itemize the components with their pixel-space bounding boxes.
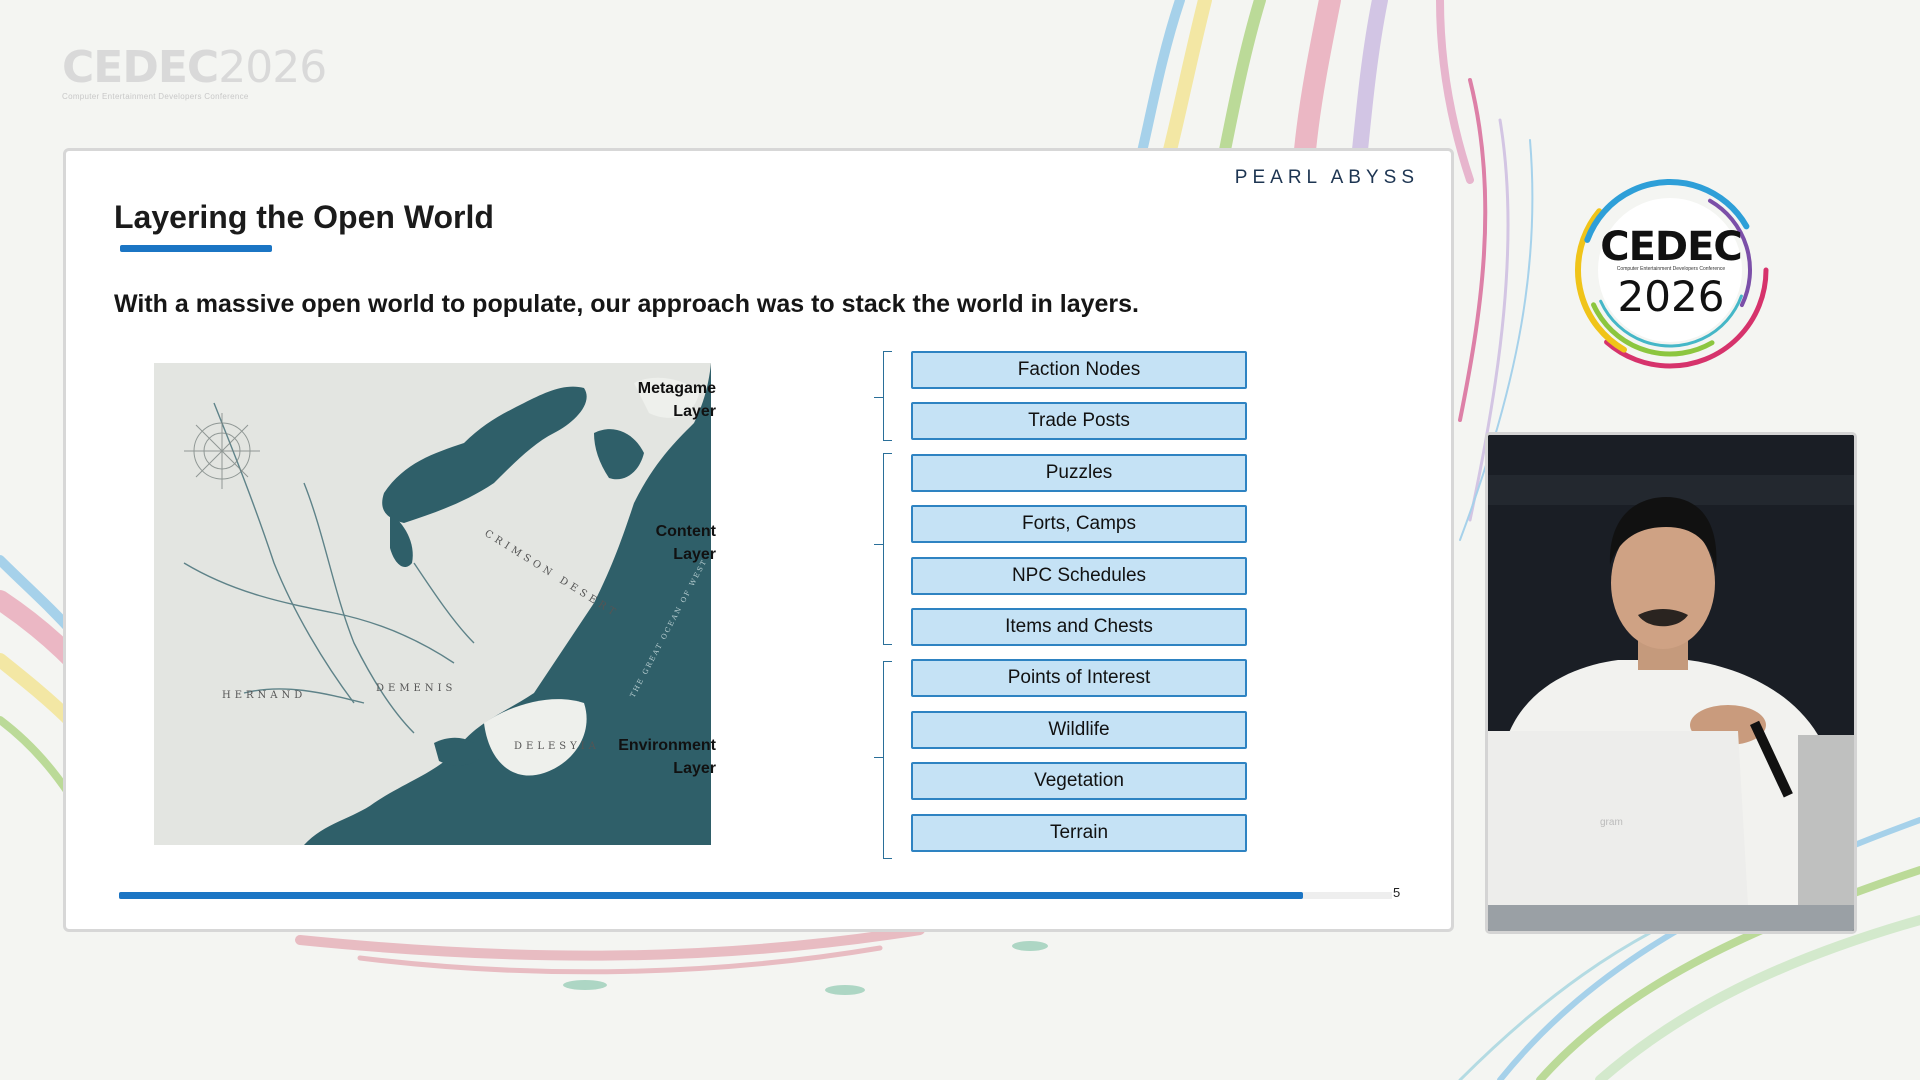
map-label-demenis: DEMENIS (376, 683, 456, 694)
round-logo-text: CEDEC (1600, 224, 1743, 270)
laptop-brand: gram (1600, 817, 1623, 828)
metagame-layer-brace (883, 351, 892, 441)
presentation-slide: PEARL ABYSS Layering the Open World With… (63, 148, 1454, 932)
cedec-logo: CEDEC2026 Computer Entertainment Develop… (62, 46, 327, 106)
environment-layer-label: Environment Layer (618, 737, 716, 777)
slide-lead-text: With a massive open world to populate, o… (114, 290, 1139, 318)
slide-progress-fill (119, 892, 1303, 899)
title-underline (120, 245, 272, 252)
environment-layer-brace (883, 661, 892, 859)
slide-page-number: 5 (1393, 885, 1401, 900)
slide-progress-bar (119, 892, 1392, 899)
slide-title: Layering the Open World (114, 199, 494, 235)
logo-text: CEDEC (62, 42, 219, 93)
layer-box-items-and-chests: Items and Chests (911, 608, 1247, 646)
logo-year: 2026 (218, 42, 327, 93)
layer-box-terrain: Terrain (911, 814, 1247, 852)
layer-box-puzzles: Puzzles (911, 454, 1247, 492)
map-label-hernand: HERNAND (222, 690, 306, 701)
brand-wordmark: PEARL ABYSS (1234, 167, 1419, 188)
cedec-round-logo: CEDEC Computer Entertainment Developers … (1566, 160, 1778, 372)
logo-subtitle: Computer Entertainment Developers Confer… (62, 92, 249, 101)
speaker-video-feed: gram (1485, 432, 1857, 934)
layer-box-forts-camps: Forts, Camps (911, 505, 1247, 543)
layer-box-points-of-interest: Points of Interest (911, 659, 1247, 697)
metagame-layer-label: Metagame Layer (637, 380, 716, 420)
layer-box-faction-nodes: Faction Nodes (911, 351, 1247, 389)
layer-box-vegetation: Vegetation (911, 762, 1247, 800)
content-layer-label: Content Layer (655, 523, 716, 563)
layer-box-wildlife: Wildlife (911, 711, 1247, 749)
layer-box-npc-schedules: NPC Schedules (911, 557, 1247, 595)
layer-box-trade-posts: Trade Posts (911, 402, 1247, 440)
round-logo-year: 2026 (1617, 272, 1725, 321)
content-layer-brace (883, 453, 892, 645)
